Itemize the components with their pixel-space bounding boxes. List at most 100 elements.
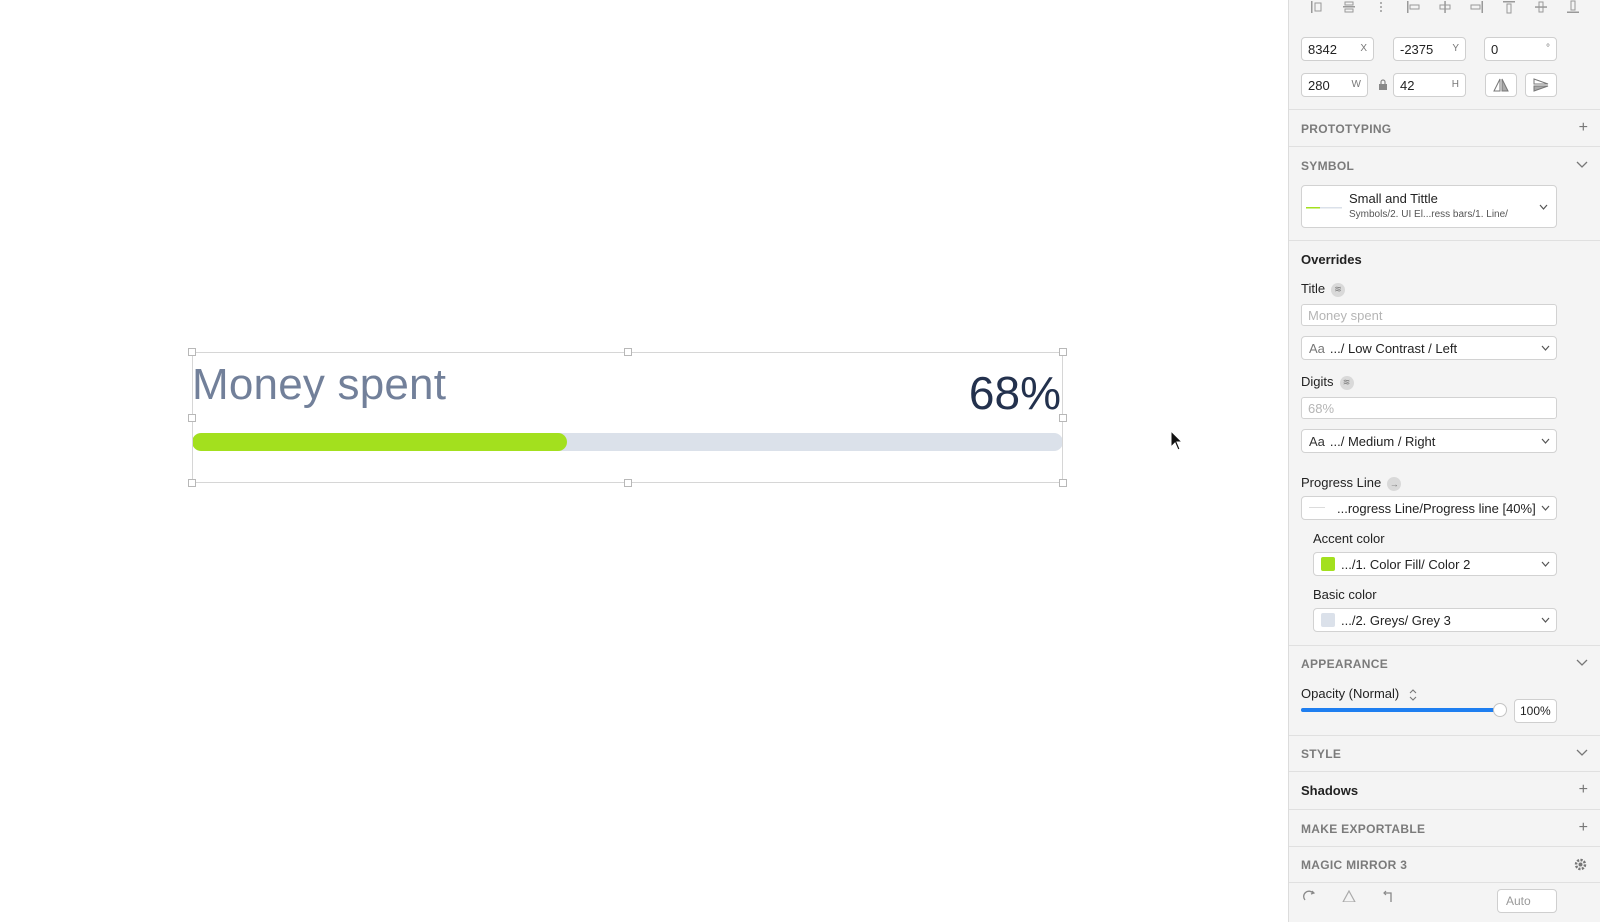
resize-handle-bottom-right[interactable]	[1059, 479, 1067, 487]
chevron-down-icon	[1541, 438, 1550, 444]
basic-color-dropdown[interactable]: .../2. Greys/ Grey 3	[1313, 608, 1557, 632]
symbol-name: Small and Tittle	[1349, 191, 1438, 206]
title-override-input[interactable]: Money spent	[1301, 304, 1557, 326]
chevron-down-icon	[1541, 345, 1550, 351]
chevron-down-icon[interactable]	[1576, 161, 1588, 169]
auto-label: Auto	[1506, 894, 1531, 908]
align-center-icon[interactable]	[1429, 0, 1461, 18]
width-field[interactable]: 280 W	[1301, 73, 1368, 97]
basic-color-value: .../2. Greys/ Grey 3	[1341, 612, 1451, 628]
x-position-field[interactable]: 8342 X	[1301, 37, 1374, 61]
prototyping-header: PROTOTYPING	[1301, 122, 1392, 136]
resize-handle-left[interactable]	[188, 414, 196, 422]
design-canvas[interactable]: Money spent 68%	[0, 0, 1288, 922]
divider	[1289, 146, 1600, 147]
accent-color-dropdown[interactable]: .../1. Color Fill/ Color 2	[1313, 552, 1557, 576]
add-export-icon[interactable]: +	[1579, 820, 1588, 836]
digits-label-text: Digits	[1301, 374, 1334, 389]
width-value: 280	[1308, 77, 1330, 93]
accent-color-value: .../1. Color Fill/ Color 2	[1341, 556, 1471, 572]
opacity-value: 100%	[1520, 704, 1551, 718]
perspective-icon[interactable]	[1342, 890, 1356, 902]
y-position-value: -2375	[1400, 41, 1434, 57]
arrow-right-icon[interactable]: →	[1387, 476, 1402, 491]
flip-horizontal-icon	[1493, 78, 1509, 92]
auto-select[interactable]: Auto	[1497, 889, 1557, 913]
digits-placeholder: 68%	[1308, 400, 1335, 416]
flip-vertical-button[interactable]	[1525, 73, 1557, 97]
refresh-icon[interactable]	[1303, 890, 1317, 902]
align-middle-icon[interactable]	[1525, 0, 1557, 18]
symbol-selector[interactable]: Small and Tittle Symbols/2. UI El...ress…	[1301, 185, 1557, 228]
opacity-slider-knob[interactable]	[1493, 703, 1507, 717]
title-placeholder: Money spent	[1308, 307, 1383, 323]
distribute-icon[interactable]	[1365, 0, 1397, 18]
divider	[1289, 645, 1600, 646]
flip-vertical-icon	[1533, 78, 1549, 92]
digits-override-input[interactable]: 68%	[1301, 397, 1557, 419]
make-exportable-header: MAKE EXPORTABLE	[1301, 822, 1426, 836]
chevron-down-icon[interactable]	[1576, 749, 1588, 757]
digits-text-style-dropdown[interactable]: Aa .../ Medium / Right	[1301, 429, 1557, 453]
accent-color-swatch	[1321, 557, 1335, 571]
align-horizontal-center-icon[interactable]	[1333, 0, 1365, 18]
title-override-label: Title ≋	[1301, 281, 1346, 297]
align-left-edge-icon[interactable]	[1301, 0, 1333, 18]
x-label: X	[1360, 43, 1367, 54]
chevron-down-icon[interactable]	[1576, 659, 1588, 667]
align-toolbar	[1289, 0, 1600, 20]
align-right-icon[interactable]	[1461, 0, 1493, 18]
height-value: 42	[1400, 77, 1415, 93]
style-header: STYLE	[1301, 747, 1342, 761]
lock-icon[interactable]	[1378, 79, 1388, 91]
layer-stack-icon: ≋	[1339, 375, 1354, 390]
symbol-path: Symbols/2. UI El...ress bars/1. Line/	[1349, 209, 1508, 220]
inspector-panel: 8342 X -2375 Y 0 ° 280 W 42 H PROTOTYPIN…	[1288, 0, 1600, 922]
y-position-field[interactable]: -2375 Y	[1393, 37, 1466, 61]
resize-handle-bottom[interactable]	[624, 479, 632, 487]
gear-icon[interactable]	[1573, 857, 1588, 872]
degree-label: °	[1546, 43, 1550, 54]
resize-handle-top[interactable]	[624, 348, 632, 356]
progress-line-label-text: Progress Line	[1301, 475, 1382, 490]
accent-color-label: Accent color	[1313, 531, 1385, 546]
resize-handle-right[interactable]	[1059, 414, 1067, 422]
flip-horizontal-button[interactable]	[1485, 73, 1517, 97]
divider	[1289, 735, 1600, 736]
divider	[1289, 809, 1600, 810]
selection-box[interactable]	[188, 348, 1067, 487]
text-style-icon: Aa	[1309, 433, 1325, 449]
align-bottom-icon[interactable]	[1557, 0, 1589, 18]
y-label: Y	[1452, 43, 1459, 54]
opacity-value-field[interactable]: 100%	[1514, 699, 1557, 723]
progress-line-label: Progress Line →	[1301, 475, 1402, 491]
rotation-field[interactable]: 0 °	[1484, 37, 1557, 61]
stepper-updown-icon	[1409, 688, 1417, 701]
basic-color-swatch	[1321, 613, 1335, 627]
align-left-icon[interactable]	[1397, 0, 1429, 18]
h-label: H	[1451, 79, 1459, 90]
overrides-header: Overrides	[1301, 252, 1362, 267]
add-prototyping-icon[interactable]: +	[1579, 120, 1588, 136]
title-text-style-dropdown[interactable]: Aa .../ Low Contrast / Left	[1301, 336, 1557, 360]
resize-handle-top-left[interactable]	[188, 348, 196, 356]
basic-color-label: Basic color	[1313, 587, 1377, 602]
opacity-slider[interactable]	[1301, 703, 1507, 717]
chevron-down-icon	[1541, 561, 1550, 567]
height-field[interactable]: 42 H	[1393, 73, 1466, 97]
divider	[1289, 882, 1600, 883]
add-shadow-icon[interactable]: +	[1579, 782, 1588, 798]
appearance-header: APPEARANCE	[1301, 657, 1389, 671]
progress-line-dropdown[interactable]: ...rogress Line/Progress line [40%]	[1301, 496, 1557, 520]
align-top-icon[interactable]	[1493, 0, 1525, 18]
symbol-header: SYMBOL	[1301, 159, 1355, 173]
mouse-cursor-icon	[1170, 430, 1184, 451]
resize-handle-top-right[interactable]	[1059, 348, 1067, 356]
undo-icon[interactable]	[1381, 890, 1395, 902]
opacity-slider-fill	[1301, 708, 1500, 712]
shadows-header: Shadows	[1301, 783, 1359, 798]
symbol-thumbnail-icon	[1306, 207, 1342, 209]
resize-handle-bottom-left[interactable]	[188, 479, 196, 487]
digits-override-label: Digits ≋	[1301, 374, 1354, 390]
opacity-mode-selector[interactable]: Opacity (Normal)	[1301, 686, 1417, 701]
